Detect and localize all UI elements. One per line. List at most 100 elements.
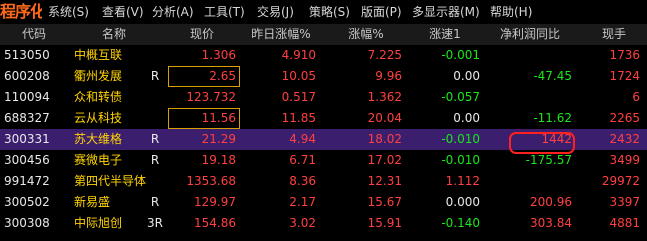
header-speed[interactable]: 涨速1	[410, 24, 480, 45]
cell-name: 第四代半导体	[74, 174, 147, 188]
cell-volume: 1724	[609, 69, 640, 83]
annotation-circle	[509, 132, 575, 154]
cell-price: 1353.68	[186, 174, 236, 188]
cell-code: 991472	[4, 174, 50, 188]
cell-net-profit	[490, 171, 572, 192]
cell-name: 众和转债	[74, 90, 123, 104]
cell-code: 513050	[4, 48, 50, 62]
cell-flag: R	[150, 132, 160, 146]
table-header: 代码 名称 现价 昨日涨幅% 涨幅% 涨速1 净利润同比 现手	[0, 24, 647, 45]
cell-speed: -0.057	[441, 90, 480, 104]
table-row[interactable]: 600208 衢州发展 R 2.65 10.05 9.96 0.00 -47.45 1724	[0, 66, 647, 87]
menu-tools[interactable]: 工具(T)	[204, 0, 245, 24]
cell-volume: 29972	[601, 174, 640, 188]
cell-speed: 1.112	[445, 174, 480, 188]
cell-code: 110094	[4, 90, 50, 104]
cell-prev-change: 4.910	[281, 48, 316, 62]
cell-flag	[146, 87, 164, 108]
cell-net-profit	[490, 45, 572, 66]
cell-flag	[146, 171, 164, 192]
cell-price: 21.29	[201, 132, 236, 146]
cell-net-profit: -47.45	[533, 69, 572, 83]
cell-code: 300502	[4, 195, 50, 209]
cell-net-profit: 200.96	[530, 195, 572, 209]
cell-price: 19.18	[201, 153, 236, 167]
menu-bar: 程序化 系统(S) 查看(V) 分析(A) 工具(T) 交易(J) 策略(S) …	[0, 0, 647, 24]
cell-prev-change: 0.517	[281, 90, 316, 104]
header-name[interactable]: 名称	[74, 24, 154, 45]
menu-view[interactable]: 查看(V)	[102, 0, 144, 24]
cell-speed: -0.140	[441, 216, 480, 230]
cell-volume: 3499	[609, 153, 640, 167]
menu-trade[interactable]: 交易(J)	[257, 0, 294, 24]
menu-analysis[interactable]: 分析(A)	[152, 0, 194, 24]
cell-net-profit: 303.84	[530, 216, 572, 230]
cell-flag	[146, 45, 164, 66]
cell-speed: 0.00	[453, 111, 480, 125]
cell-flag	[146, 108, 164, 129]
cell-name: 新易盛	[74, 195, 111, 209]
table-row[interactable]: 110094 众和转债 123.732 0.517 1.362 -0.057 6	[0, 87, 647, 108]
cell-change-pct: 15.67	[367, 195, 402, 209]
menu-layout[interactable]: 版面(P)	[361, 0, 402, 24]
cell-price: 123.732	[186, 90, 236, 104]
cell-change-pct: 17.02	[367, 153, 402, 167]
menu-multi-monitor[interactable]: 多显示器(M)	[412, 0, 480, 24]
cell-prev-change: 2.17	[289, 195, 316, 209]
cell-volume: 2432	[609, 132, 640, 146]
cell-flag: R	[150, 195, 160, 209]
cell-change-pct: 9.96	[375, 69, 402, 83]
cell-flag: 3R	[147, 216, 163, 230]
cell-name: 中际旭创	[74, 216, 123, 230]
table-row[interactable]: 513050 中概互联 1.306 4.910 7.225 -0.001 1736	[0, 45, 647, 66]
cell-change-pct: 12.31	[367, 174, 402, 188]
cell-flag: R	[150, 69, 160, 83]
menu-system[interactable]: 系统(S)	[48, 0, 89, 24]
header-net-profit[interactable]: 净利润同比	[484, 24, 576, 45]
cell-speed: -0.001	[441, 48, 480, 62]
cell-price: 129.97	[194, 195, 236, 209]
header-change-pct[interactable]: 涨幅%	[330, 24, 402, 45]
cell-price: 11.56	[168, 108, 240, 129]
cell-code: 600208	[4, 69, 50, 83]
cell-volume: 4881	[609, 216, 640, 230]
table-row[interactable]: 300502 新易盛 R 129.97 2.17 15.67 0.000 200.96 3397	[0, 192, 647, 213]
header-price[interactable]: 现价	[168, 24, 236, 45]
cell-change-pct: 15.91	[367, 216, 402, 230]
cell-code: 300331	[4, 132, 50, 146]
cell-volume: 1736	[609, 48, 640, 62]
cell-speed: -0.010	[441, 153, 480, 167]
cell-change-pct: 20.04	[367, 111, 402, 125]
cell-flag: R	[150, 153, 160, 167]
table-row[interactable]: 300308 中际旭创 3R 154.86 3.02 15.91 -0.140 303.84 4…	[0, 213, 647, 234]
cell-price: 2.65	[168, 66, 240, 87]
cell-prev-change: 4.94	[289, 132, 316, 146]
menu-help[interactable]: 帮助(H)	[490, 0, 532, 24]
cell-net-profit: -11.62	[533, 111, 572, 125]
cell-prev-change: 10.05	[281, 69, 316, 83]
cell-prev-change: 11.85	[281, 111, 316, 125]
cell-prev-change: 3.02	[289, 216, 316, 230]
cell-prev-change: 8.36	[289, 174, 316, 188]
menu-strategy[interactable]: 策略(S)	[309, 0, 350, 24]
cell-name: 衢州发展	[74, 69, 123, 83]
cell-speed: 0.000	[445, 195, 480, 209]
cell-name: 云从科技	[74, 111, 123, 125]
cell-price: 154.86	[194, 216, 236, 230]
header-volume[interactable]: 现手	[584, 24, 644, 45]
cell-prev-change: 6.71	[289, 153, 316, 167]
table-row[interactable]: 991472 第四代半导体 1353.68 8.36 12.31 1.112 29972	[0, 171, 647, 192]
cell-code: 300456	[4, 153, 50, 167]
header-code[interactable]: 代码	[4, 24, 64, 45]
cell-volume: 6	[632, 90, 640, 104]
cell-net-profit	[490, 87, 572, 108]
cell-volume: 3397	[609, 195, 640, 209]
table-row[interactable]: 688327 云从科技 11.56 11.85 20.04 0.00 -11.62 2265	[0, 108, 647, 129]
cell-price: 1.306	[201, 48, 236, 62]
cell-change-pct: 1.362	[367, 90, 402, 104]
app-logo: 程序化	[0, 2, 42, 21]
cell-volume: 2265	[609, 111, 640, 125]
cell-change-pct: 7.225	[367, 48, 402, 62]
cell-speed: 0.00	[453, 69, 480, 83]
header-prev-change[interactable]: 昨日涨幅%	[240, 24, 322, 45]
